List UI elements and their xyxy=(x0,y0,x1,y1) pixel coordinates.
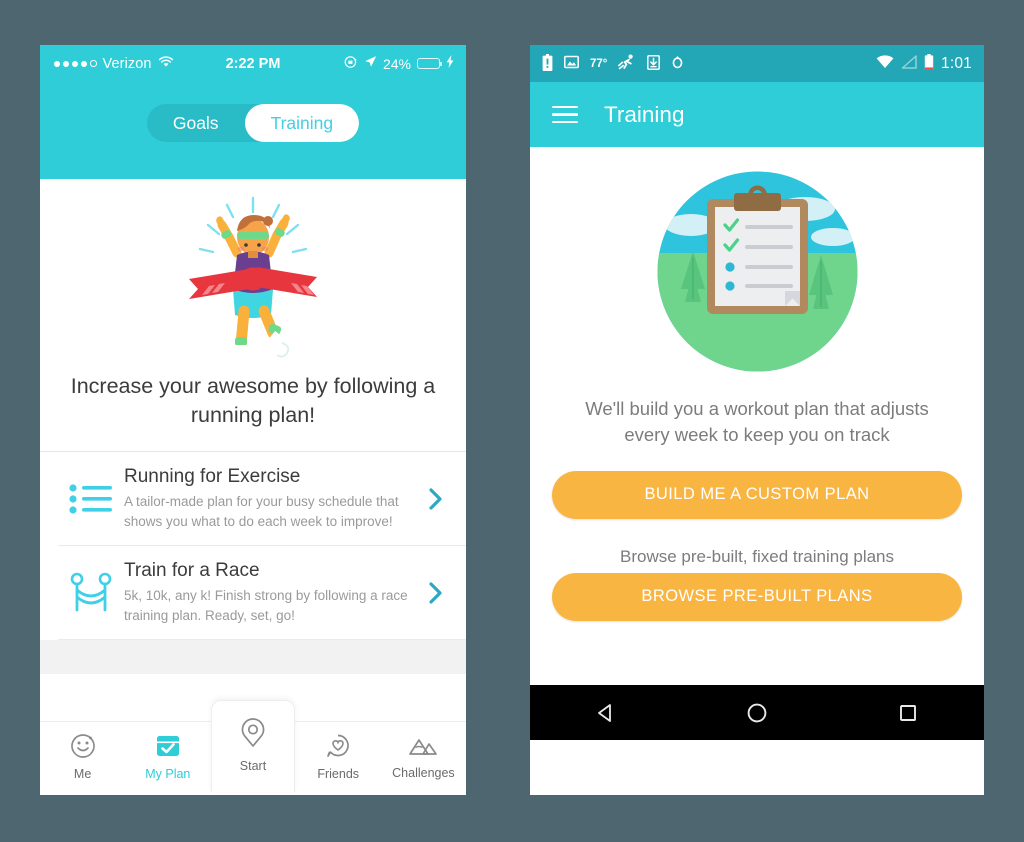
app-bar-title: Training xyxy=(604,101,685,127)
tab-my-plan[interactable]: My Plan xyxy=(125,722,210,792)
list-item-subtitle: 5k, 10k, any k! Finish strong by followi… xyxy=(124,588,408,623)
content-spacer xyxy=(40,640,466,675)
rotation-lock-icon xyxy=(344,55,358,73)
tab-me[interactable]: Me xyxy=(40,722,125,792)
tab-start[interactable]: Start xyxy=(211,700,295,792)
segment-goals[interactable]: Goals xyxy=(147,104,245,142)
ios-status-right: 24% xyxy=(344,55,454,73)
ios-tab-bar: Me My Plan Friends Challenges Start xyxy=(40,700,466,792)
ios-phone-screen: Verizon 2:22 PM 24% Goals Training Incre… xyxy=(40,45,466,795)
android-status-right: 1:01 xyxy=(876,54,972,73)
location-arrow-icon xyxy=(364,55,377,72)
android-nav-bar xyxy=(530,685,984,740)
circle-icon xyxy=(671,55,684,73)
clock-label: 1:01 xyxy=(941,54,972,72)
tab-label: Me xyxy=(73,767,92,781)
tab-label: Friends xyxy=(317,767,360,781)
tab-label: Start xyxy=(239,759,267,773)
battery-icon xyxy=(417,58,443,69)
smiley-face-icon xyxy=(70,733,96,762)
image-icon xyxy=(564,55,579,72)
battery-alert-icon xyxy=(542,53,553,74)
back-triangle-icon[interactable] xyxy=(576,703,636,723)
ios-nav-bar: Goals Training xyxy=(40,82,466,179)
chevron-right-icon[interactable] xyxy=(420,487,450,511)
recents-square-icon[interactable] xyxy=(878,703,938,723)
tab-friends[interactable]: Friends xyxy=(296,722,381,792)
temperature-label: 77° xyxy=(590,57,608,70)
home-circle-icon[interactable] xyxy=(727,702,787,724)
ios-content: Increase your awesome by following a run… xyxy=(40,179,466,792)
browse-subtext: Browse pre-built, fixed training plans xyxy=(619,546,895,566)
segmented-control[interactable]: Goals Training xyxy=(146,104,360,142)
list-item-subtitle: A tailor-made plan for your busy schedul… xyxy=(124,494,399,529)
android-app-bar: Training xyxy=(530,82,984,147)
bulleted-list-icon xyxy=(58,482,124,516)
battery-icon xyxy=(924,54,934,73)
cellular-signal-icon xyxy=(901,55,917,72)
tab-challenges[interactable]: Challenges xyxy=(381,722,466,792)
tab-label: My Plan xyxy=(145,767,191,781)
browse-prebuilt-plans-button[interactable]: BROWSE PRE-BUILT PLANS xyxy=(552,572,962,621)
hamburger-menu-icon[interactable] xyxy=(552,105,578,124)
clipboard-checklist-outdoors-illustration xyxy=(655,169,860,374)
android-content: We'll build you a workout plan that adju… xyxy=(530,147,984,740)
battery-percent-label: 24% xyxy=(382,55,411,72)
list-item-text: Train for a Race 5k, 10k, any k! Finish … xyxy=(124,560,420,625)
list-item-train-for-a-race[interactable]: Train for a Race 5k, 10k, any k! Finish … xyxy=(40,546,466,640)
hero-section: Increase your awesome by following a run… xyxy=(40,179,466,429)
page-title: Increase your awesome by following a run… xyxy=(70,374,436,427)
list-item-title: Running for Exercise xyxy=(124,466,301,488)
wifi-icon xyxy=(876,55,894,72)
segment-training[interactable]: Training xyxy=(244,104,360,142)
tab-label: Challenges xyxy=(392,766,455,780)
android-status-bar: 77° 1:01 xyxy=(530,45,984,82)
list-item-text: Running for Exercise A tailor-made plan … xyxy=(124,466,420,531)
download-icon xyxy=(647,54,661,73)
ios-status-bar: Verizon 2:22 PM 24% xyxy=(40,45,466,82)
list-item-title: Train for a Race xyxy=(124,560,260,582)
calendar-check-icon xyxy=(155,733,181,762)
running-activity-icon xyxy=(618,54,636,73)
finish-line-barrier-icon xyxy=(58,572,124,614)
android-phone-screen: 77° 1:01 Training We'll build you a work… xyxy=(530,45,984,795)
mountains-icon xyxy=(408,734,438,761)
charging-bolt-icon xyxy=(446,55,454,72)
list-item-running-for-exercise[interactable]: Running for Exercise A tailor-made plan … xyxy=(40,452,466,546)
screenshot-stage: Verizon 2:22 PM 24% Goals Training Incre… xyxy=(0,0,1024,842)
runner-crossing-finish-line-illustration xyxy=(153,193,353,358)
location-pin-icon xyxy=(238,716,268,753)
description-text: We'll build you a workout plan that adju… xyxy=(585,398,929,446)
android-status-left: 77° xyxy=(542,53,684,74)
build-custom-plan-button[interactable]: BUILD ME A CUSTOM PLAN xyxy=(552,470,962,519)
chevron-right-icon[interactable] xyxy=(420,581,450,605)
heart-chat-icon xyxy=(325,733,351,762)
